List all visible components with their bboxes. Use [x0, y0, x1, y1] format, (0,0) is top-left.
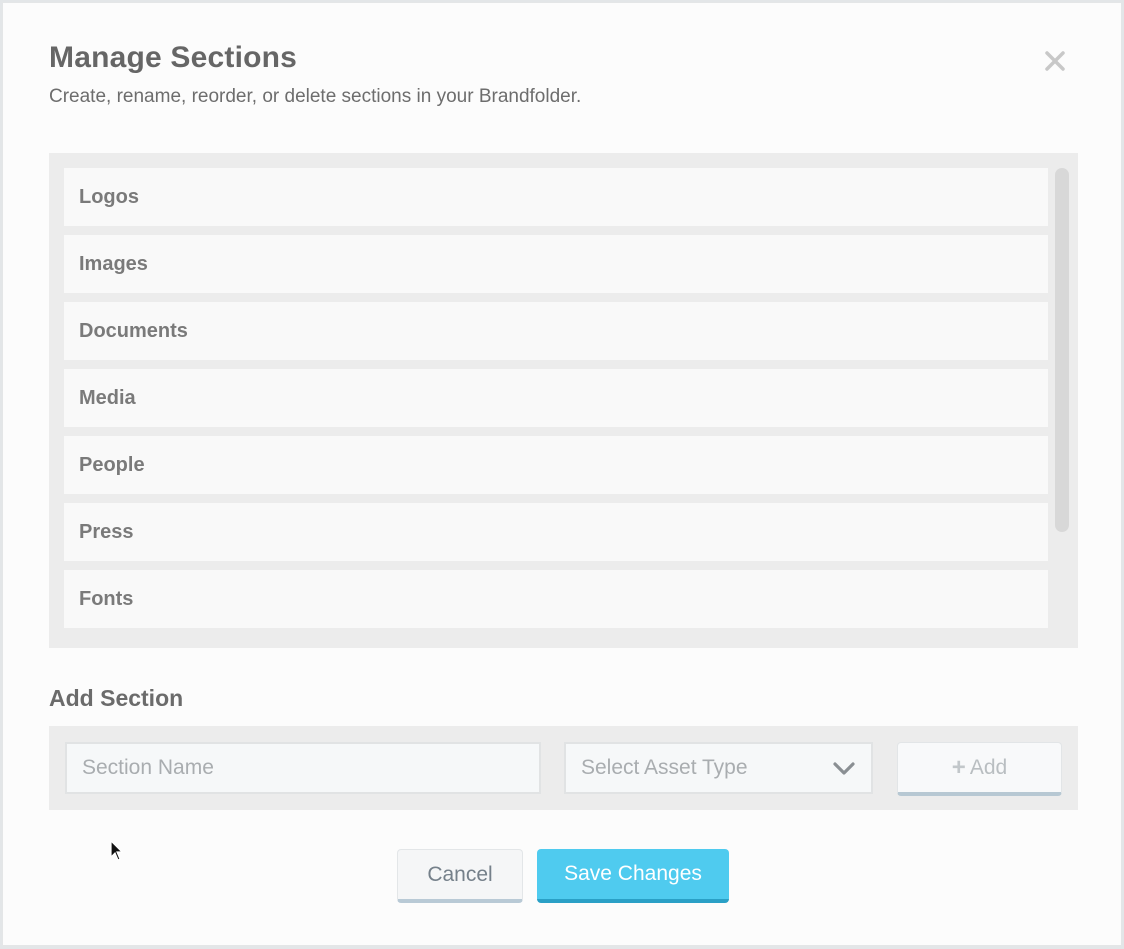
- section-item-label: Press: [79, 520, 134, 543]
- plus-icon: +: [951, 753, 966, 781]
- add-section-bar: Select Asset Type + Add: [49, 726, 1078, 810]
- section-item-media[interactable]: Media: [64, 369, 1048, 427]
- modal-subtitle: Create, rename, reorder, or delete secti…: [49, 86, 582, 107]
- section-item-logos[interactable]: Logos: [64, 168, 1048, 226]
- section-item-label: Logos: [79, 185, 139, 208]
- section-item-people[interactable]: People: [64, 436, 1048, 494]
- add-section-heading: Add Section: [49, 685, 184, 711]
- cancel-button[interactable]: Cancel: [397, 849, 523, 903]
- add-button-label: Add: [969, 755, 1008, 779]
- section-item-label: Images: [79, 252, 148, 275]
- section-name-input[interactable]: [65, 742, 541, 794]
- add-section-button[interactable]: + Add: [897, 742, 1062, 796]
- scrollbar[interactable]: [1055, 168, 1069, 532]
- cancel-button-label: Cancel: [427, 862, 493, 886]
- chevron-down-icon: [833, 762, 855, 775]
- section-item-images[interactable]: Images: [64, 235, 1048, 293]
- section-item-label: People: [79, 453, 145, 476]
- close-icon[interactable]: [1039, 45, 1071, 77]
- manage-sections-modal: Manage Sections Create, rename, reorder,…: [2, 2, 1122, 946]
- section-item-label: Fonts: [79, 587, 134, 610]
- save-button-label: Save Changes: [564, 862, 702, 885]
- sections-list: Logos Images Documents Media People Pres…: [49, 153, 1078, 648]
- modal-title: Manage Sections: [49, 41, 298, 74]
- section-item-fonts[interactable]: Fonts: [64, 570, 1048, 628]
- section-item-documents[interactable]: Documents: [64, 302, 1048, 360]
- asset-type-placeholder: Select Asset Type: [581, 756, 748, 779]
- section-item-press[interactable]: Press: [64, 503, 1048, 561]
- section-item-label: Documents: [79, 319, 188, 342]
- mouse-cursor-icon: [110, 840, 124, 861]
- section-item-label: Media: [79, 386, 136, 409]
- asset-type-select[interactable]: Select Asset Type: [564, 742, 873, 794]
- save-changes-button[interactable]: Save Changes: [537, 849, 729, 903]
